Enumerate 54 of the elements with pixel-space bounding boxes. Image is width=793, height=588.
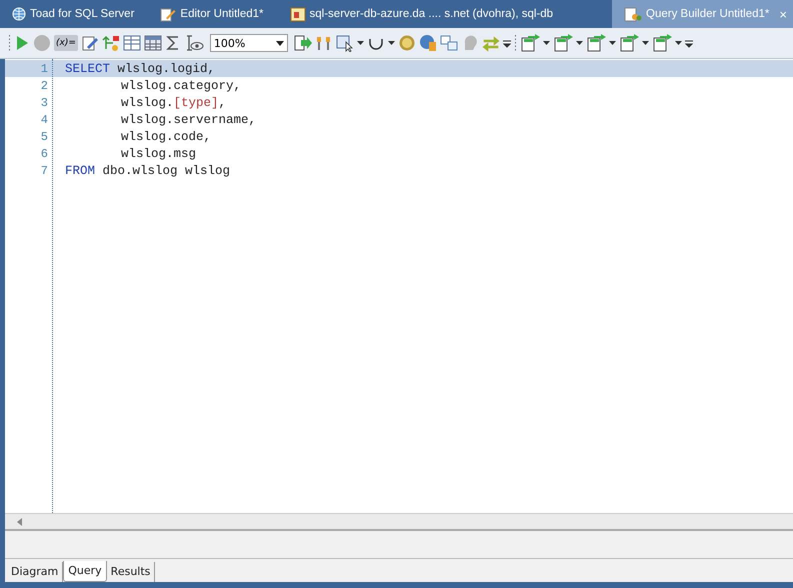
globe-icon — [12, 7, 26, 21]
tools-icon[interactable] — [314, 34, 333, 52]
database-icon — [290, 6, 306, 22]
code-line: wlslog.category, — [120, 78, 242, 92]
code-line: wlslog.[type], — [120, 96, 226, 110]
toolbar-grip-icon — [514, 34, 517, 52]
overflow-icon[interactable] — [502, 38, 511, 48]
line-number: 6 — [40, 146, 49, 160]
grid-icon[interactable] — [144, 34, 162, 52]
line-number: 3 — [40, 96, 49, 110]
scroll-left-icon[interactable] — [17, 518, 22, 526]
tab-label: Query Builder Untitled1* — [646, 8, 770, 20]
caret-icon[interactable] — [542, 41, 550, 45]
caret-icon[interactable] — [674, 41, 682, 45]
caret-icon[interactable] — [608, 41, 616, 45]
code-line: wlslog.code, — [120, 130, 212, 144]
variables-toggle[interactable]: (x)= — [54, 35, 78, 51]
line-number: 5 — [40, 130, 49, 144]
select-icon[interactable] — [336, 34, 354, 52]
sql-editor[interactable]: 1 SELECT wlslog.logid, 2 wlslog.category, 3 wlslog.[type], 4 wlslog.servername, 5 wlslog.code, 6 wlslog.msg 7 FROM dbo.wlslog wlslog — [5, 59, 793, 513]
hierarchy-icon[interactable] — [102, 34, 120, 52]
line-number: 4 — [40, 112, 49, 126]
caret-icon[interactable] — [356, 41, 364, 45]
zoom-dropdown[interactable]: 100% — [210, 34, 288, 52]
code-line: SELECT wlslog.logid, — [64, 62, 216, 76]
table-icon[interactable] — [122, 34, 141, 52]
horizontal-scrollbar[interactable] — [5, 513, 793, 531]
document-tab[interactable]: Toad for SQL Server — [0, 0, 140, 28]
code-line: FROM dbo.wlslog wlslog — [64, 164, 230, 178]
caret-icon[interactable] — [642, 41, 649, 45]
view-tab[interactable]: Results — [106, 562, 156, 582]
tab-label: Editor Untitled1* — [180, 8, 264, 20]
pencil-document-icon — [160, 6, 176, 22]
line-number: 7 — [40, 164, 49, 178]
tab-label: Toad for SQL Server — [30, 8, 134, 20]
sum-icon[interactable] — [164, 34, 181, 52]
caret-icon[interactable] — [576, 41, 583, 45]
grid-export-icon[interactable] — [520, 34, 540, 52]
tab-label: sql-server-db-azure.da .... s.net (dvohra), sql-db — [310, 8, 554, 20]
document-tab[interactable]: sql-server-db-azure.da .... s.net (dvohra), sql-db — [278, 0, 560, 28]
document-tab[interactable]: Editor Untitled1* — [148, 0, 270, 28]
edit-document-icon[interactable] — [80, 34, 99, 52]
toolbar-grip-icon — [8, 34, 11, 52]
query-document-icon — [624, 6, 642, 22]
code-line: wlslog.servername, — [120, 112, 256, 126]
line-number: 2 — [40, 78, 49, 92]
caret-icon[interactable] — [388, 41, 395, 45]
dropdown-caret-icon — [276, 40, 284, 46]
code-line: wlslog.msg — [120, 146, 196, 160]
view-tab[interactable]: Query — [63, 561, 107, 582]
line-number: 1 — [40, 62, 49, 76]
export-icon[interactable] — [294, 34, 312, 52]
overflow-icon[interactable] — [684, 38, 693, 48]
linked-tables-icon[interactable] — [440, 34, 458, 52]
